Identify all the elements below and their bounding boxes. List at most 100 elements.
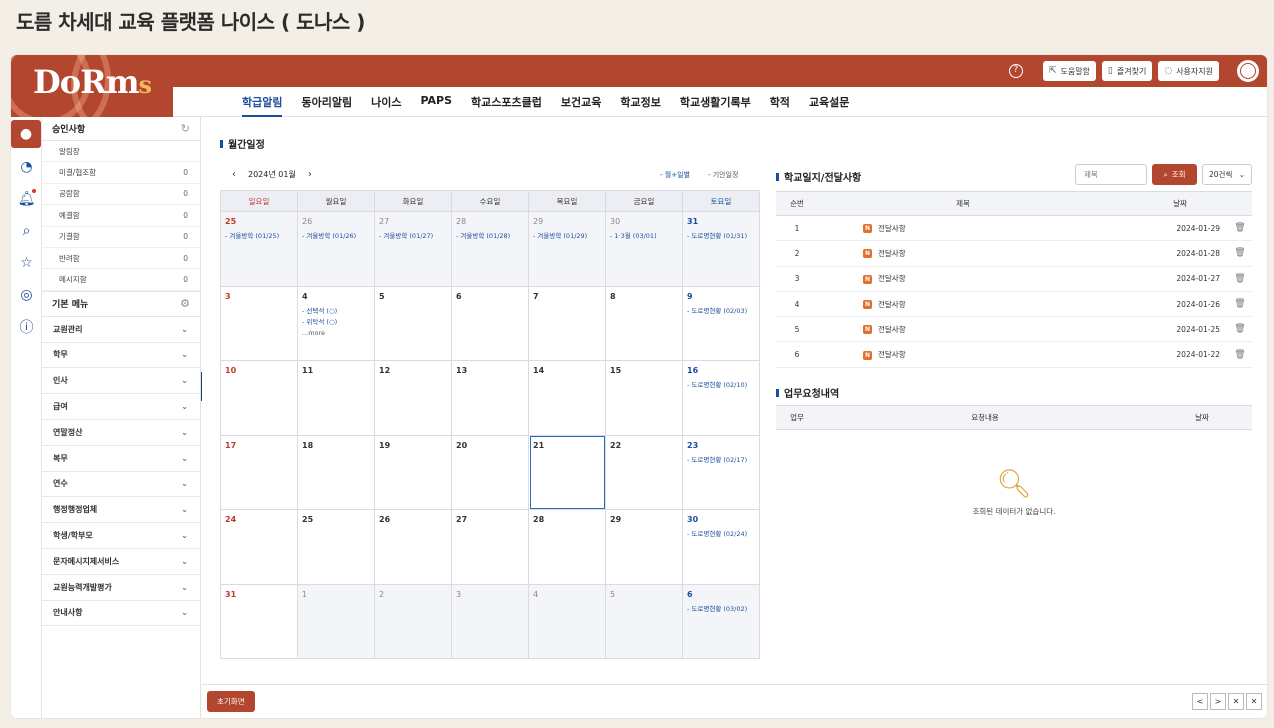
calendar-day[interactable]: 27 - 겨울방학 (01/27) — [374, 211, 452, 287]
calendar-day[interactable]: 22 — [605, 434, 683, 510]
nav-tab[interactable]: 교육설문 — [809, 94, 849, 117]
calendar-day[interactable]: 19 — [374, 434, 452, 510]
favorites-button[interactable]: ▯ 즐겨찾기 — [1101, 61, 1153, 81]
bell-icon[interactable]: 🔔︎ — [11, 183, 42, 215]
table-row[interactable]: 6 N 전달사항 2024-01-22 🗑︎ — [776, 341, 1252, 368]
calendar-day[interactable]: 4 - 선택석 (○) - 위탁석 (○) ...more — [297, 285, 375, 361]
nav-tab[interactable]: 학교생활기록부 — [680, 94, 751, 117]
menu-item[interactable]: 안내사항 ⌄ — [42, 601, 200, 627]
calendar-event[interactable]: - 겨울방학 (01/28) — [456, 231, 524, 242]
menu-item[interactable]: 학무 ⌄ — [42, 343, 200, 369]
refresh-icon[interactable]: ↻ — [181, 122, 190, 135]
row-title[interactable]: N 전달사항 — [818, 341, 1108, 368]
approval-item[interactable]: 기결함 0 — [42, 227, 200, 248]
table-row[interactable]: 3 N 전달사항 2024-01-27 🗑︎ — [776, 266, 1252, 292]
row-title[interactable]: N 전달사항 — [818, 266, 1108, 292]
page-size-select[interactable]: 20건씩 ⌄ — [1202, 164, 1252, 185]
user-icon[interactable]: ● — [11, 120, 41, 148]
calendar-day[interactable]: 27 — [451, 509, 529, 585]
trash-icon[interactable]: 🗑︎ — [1234, 350, 1245, 360]
menu-item[interactable]: 연수 ⌄ — [42, 472, 200, 498]
calendar-day[interactable]: 21 — [528, 434, 606, 510]
trash-icon[interactable]: 🗑︎ — [1234, 223, 1245, 233]
calendar-event[interactable]: - 겨울방학 (01/26) — [302, 231, 370, 242]
calendar-event[interactable]: - 겨울방학 (01/27) — [379, 231, 447, 242]
calendar-event[interactable]: - 도로명현황 (01/31) — [687, 231, 755, 242]
gear-icon[interactable]: ⚙ — [180, 297, 190, 310]
approval-item[interactable]: 예결함 0 — [42, 205, 200, 227]
nav-tab[interactable]: 보건교육 — [561, 94, 601, 117]
search-icon[interactable]: ⌕ — [11, 215, 42, 247]
calendar-day[interactable]: 1 — [297, 583, 375, 659]
menu-item[interactable]: 행정행정업체 ⌄ — [42, 497, 200, 524]
calendar-day[interactable]: 14 — [528, 360, 606, 436]
calendar-day[interactable]: 7 — [528, 285, 606, 361]
menu-item[interactable]: 학생/학부모 ⌄ — [42, 523, 200, 549]
search-input[interactable] — [1075, 164, 1147, 185]
menu-item[interactable]: 문자메시지제서비스 ⌄ — [42, 549, 200, 575]
nav-tab[interactable]: 동아리알림 — [301, 94, 352, 117]
trash-icon[interactable]: 🗑︎ — [1234, 324, 1245, 334]
calendar-day[interactable]: 3 — [451, 583, 529, 659]
calendar-day[interactable]: 31 — [220, 583, 298, 659]
calendar-event[interactable]: - 위탁석 (○) — [302, 317, 370, 328]
calendar-day[interactable]: 28 - 겨울방학 (01/28) — [451, 211, 529, 287]
nav-tab[interactable]: 나이스 — [371, 94, 401, 117]
calendar-day[interactable]: 30 - 도로명현황 (02/24) — [682, 509, 760, 585]
calendar-day[interactable]: 20 — [451, 434, 529, 510]
row-title[interactable]: N 전달사항 — [818, 215, 1108, 242]
calendar-event[interactable]: - 도로명현황 (02/24) — [687, 529, 755, 540]
calendar-event[interactable]: - 겨울방학 (01/29) — [533, 231, 601, 242]
trash-icon[interactable]: 🗑︎ — [1234, 248, 1245, 258]
calendar-day[interactable]: 29 - 겨울방학 (01/29) — [528, 211, 606, 287]
row-title[interactable]: N 전달사항 — [818, 291, 1108, 318]
user-support-button[interactable]: ◌ 사용자지원 — [1158, 61, 1219, 81]
calendar-event[interactable]: - 겨울방학 (01/25) — [225, 231, 293, 242]
more-link[interactable]: ...more — [302, 328, 370, 339]
nav-tab[interactable]: 학급알림 — [242, 94, 283, 117]
menu-item[interactable]: 복무 ⌄ — [42, 446, 200, 472]
calendar-day[interactable]: 25 — [297, 509, 375, 585]
calendar-day[interactable]: 5 — [374, 285, 452, 361]
close-all-tabs-button[interactable]: ✕ — [1246, 693, 1262, 710]
nav-tab[interactable]: 학교정보 — [620, 94, 660, 117]
info-icon[interactable]: ⓘ — [11, 311, 42, 343]
calendar-day[interactable]: 11 — [297, 360, 375, 436]
calendar-day[interactable]: 23 - 도로명현황 (02/17) — [682, 434, 760, 510]
close-tab-button[interactable]: ✕ — [1228, 693, 1244, 710]
nav-tab[interactable]: 학적 — [770, 94, 790, 117]
nav-tab[interactable]: PAPS — [420, 94, 452, 117]
calendar-day[interactable]: 5 — [605, 583, 683, 659]
chevron-right-icon[interactable]: › — [308, 169, 312, 180]
row-title[interactable]: N 전달사항 — [818, 240, 1108, 267]
approval-item[interactable]: 메시지함 0 — [42, 269, 200, 291]
calendar-day[interactable]: 24 — [220, 509, 298, 585]
next-tab-button[interactable]: > — [1210, 693, 1226, 710]
calendar-day[interactable]: 16 - 도로명현황 (02/10) — [682, 360, 760, 436]
calendar-day[interactable]: 6 - 도로명현황 (03/02) — [682, 583, 760, 659]
trash-icon[interactable]: 🗑︎ — [1234, 274, 1245, 284]
table-row[interactable]: 4 N 전달사항 2024-01-26 🗑︎ — [776, 291, 1252, 318]
help-desk-button[interactable]: ⇱ 도움말함 — [1042, 61, 1096, 81]
approval-item[interactable]: 반려함 0 — [42, 248, 200, 270]
calendar-day[interactable]: 9 - 도로명현황 (02/03) — [682, 285, 760, 361]
calendar-day[interactable]: 6 — [451, 285, 529, 361]
calendar-day[interactable]: 3 — [220, 285, 298, 361]
chart-icon[interactable]: ◔ — [11, 151, 42, 183]
table-row[interactable]: 2 N 전달사항 2024-01-28 🗑︎ — [776, 240, 1252, 267]
help-icon[interactable]: ? — [1008, 64, 1023, 78]
calendar-event[interactable]: - 도로명현황 (03/02) — [687, 604, 755, 615]
calendar-day[interactable]: 26 — [374, 509, 452, 585]
calendar-day[interactable]: 31 - 도로명현황 (01/31) — [682, 211, 760, 287]
menu-item[interactable]: 연말정산 ⌄ — [42, 420, 200, 446]
prev-tab-button[interactable]: < — [1192, 693, 1208, 710]
calendar-day[interactable]: 4 — [528, 583, 606, 659]
search-button[interactable]: ⌕ 조회 — [1152, 164, 1197, 185]
table-row[interactable]: 1 N 전달사항 2024-01-29 🗑︎ — [776, 215, 1252, 242]
calendar-day[interactable]: 15 — [605, 360, 683, 436]
calendar-day[interactable]: 2 — [374, 583, 452, 659]
row-title[interactable]: N 전달사항 — [818, 316, 1108, 343]
calendar-day[interactable]: 13 — [451, 360, 529, 436]
calendar-event[interactable]: - 도로명현황 (02/17) — [687, 455, 755, 466]
menu-item[interactable]: 교원관리 ⌄ — [42, 317, 200, 343]
